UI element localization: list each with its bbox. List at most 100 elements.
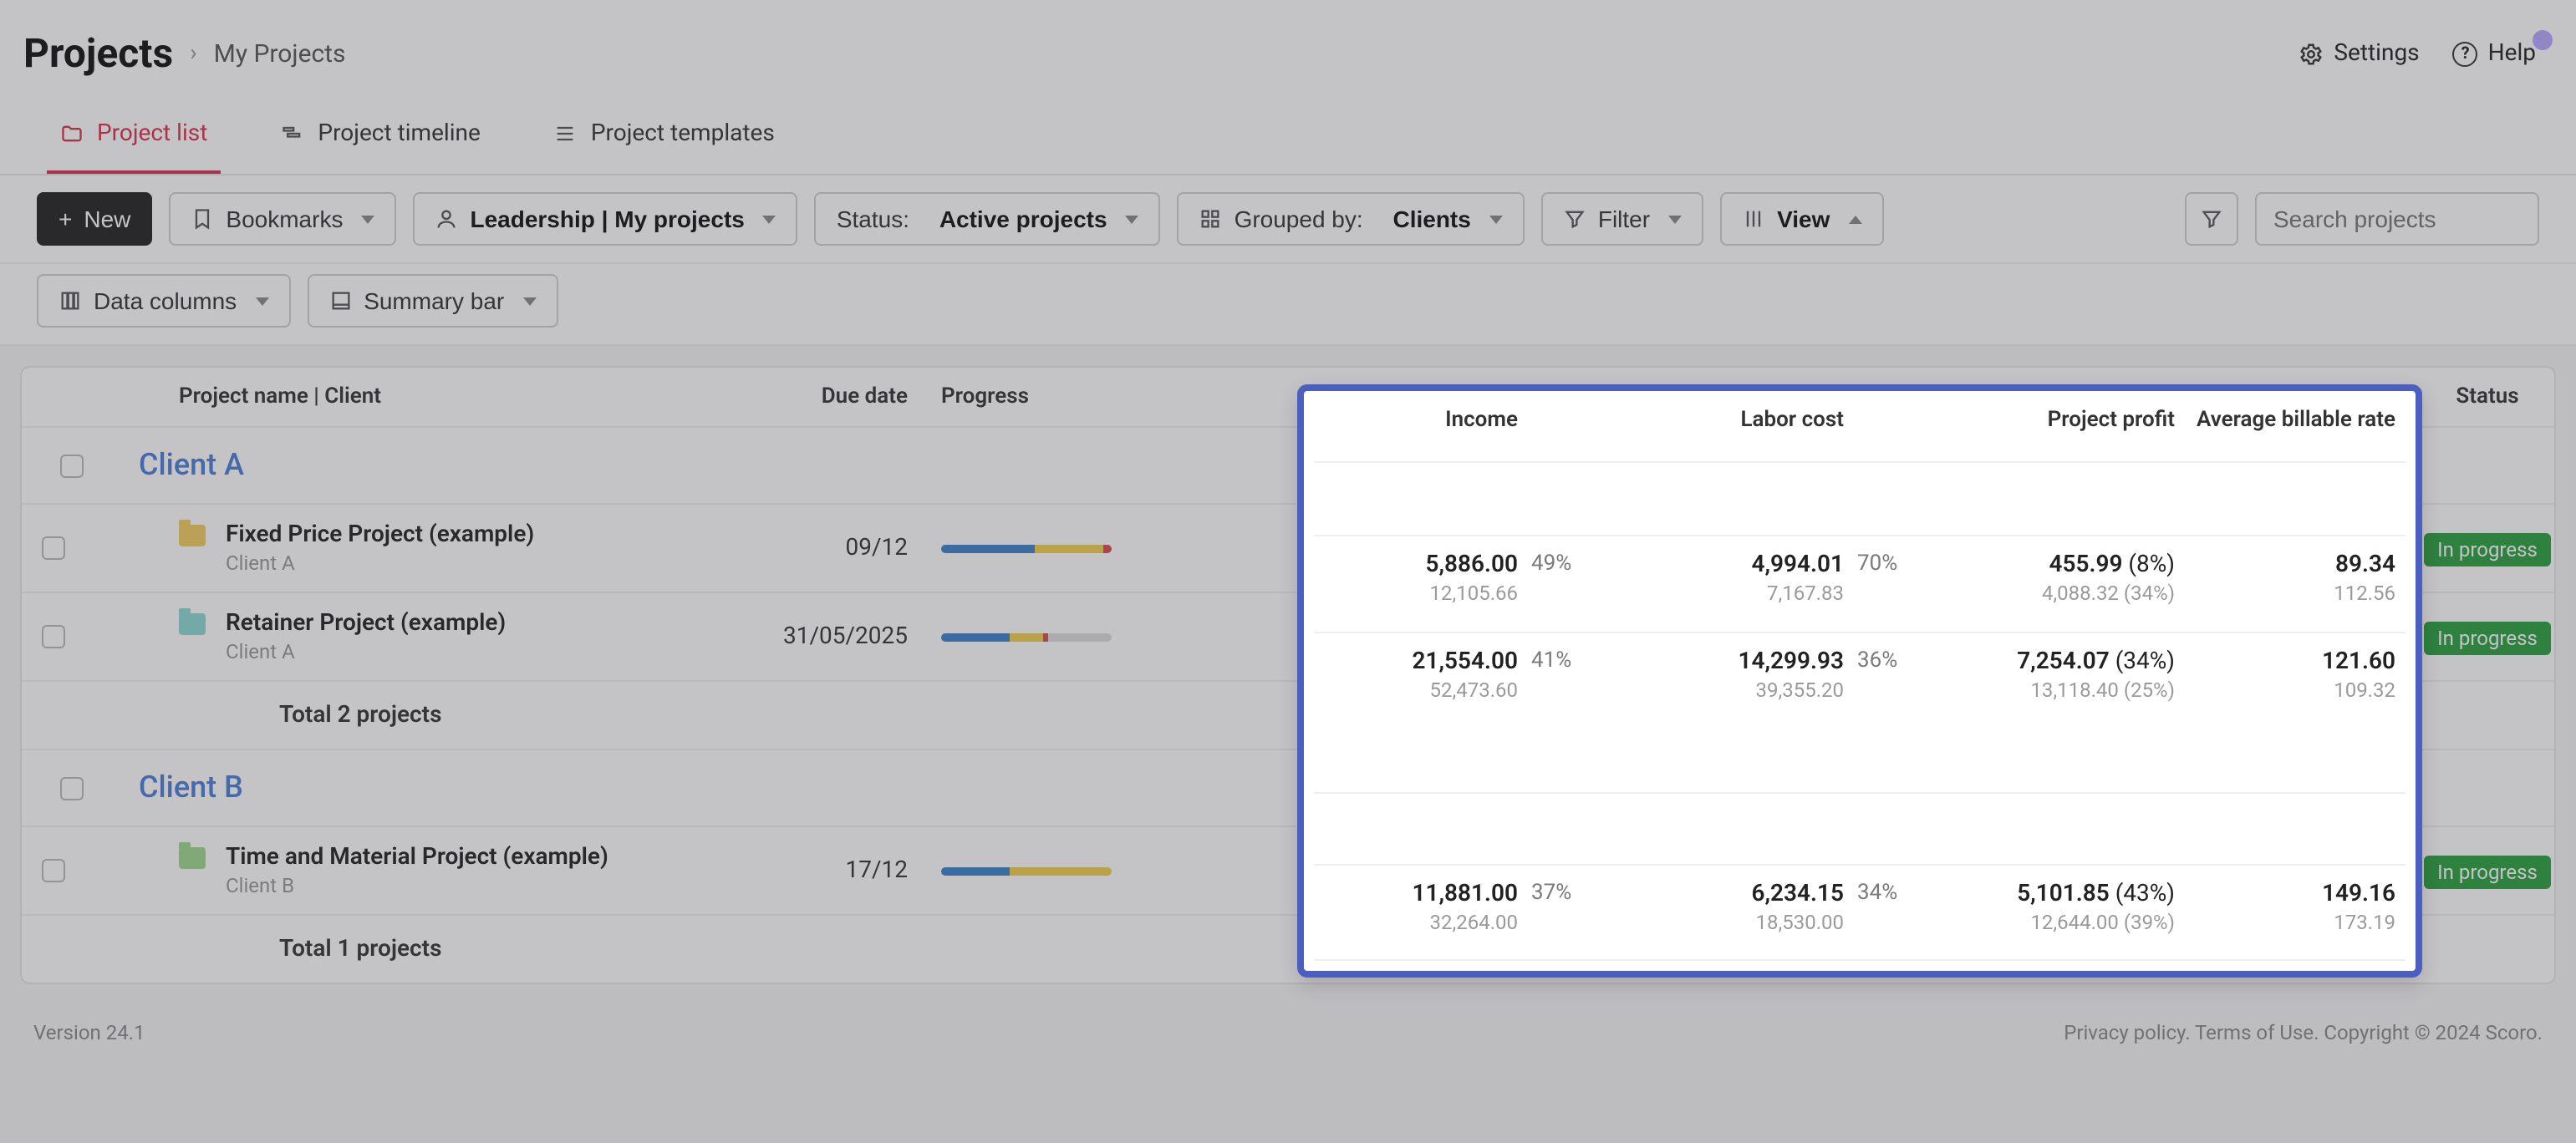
chevron-down-icon xyxy=(1126,215,1139,223)
help-button[interactable]: ? Help xyxy=(2453,40,2536,67)
group-total-row: Total 1 projects xyxy=(22,914,2554,983)
filter-toggle-button[interactable] xyxy=(2185,192,2238,246)
table-header-row: Project name | Client Due date Progress … xyxy=(22,368,2554,426)
profit-sub: 12,644.00 (39%) xyxy=(1869,874,2136,897)
tabs: Project list Project timeline Project te… xyxy=(0,97,2576,175)
due-date: 17/12 xyxy=(724,857,941,884)
client-link[interactable]: Client B xyxy=(139,770,243,805)
income-pct: 49% xyxy=(1459,536,1535,561)
rate-main: 149.16 xyxy=(2136,844,2387,871)
folder-icon xyxy=(179,847,206,869)
terms-link[interactable]: Terms of Use xyxy=(2195,1021,2314,1044)
grid-icon xyxy=(1199,207,1223,231)
income-sub: 52,473.60 xyxy=(1167,640,1443,663)
status-filter-button[interactable]: Status: Active projects xyxy=(815,192,1161,246)
labor-pct: 70% xyxy=(1794,536,1869,561)
col-header-income[interactable]: Income xyxy=(1167,384,1459,409)
scope-button[interactable]: Leadership | My projects xyxy=(413,192,797,246)
profit-sub: 13,118.40 (25%) xyxy=(1869,640,2136,663)
table-row[interactable]: Retainer Project (example) Client A 31/0… xyxy=(22,592,2554,680)
view-button[interactable]: View xyxy=(1720,192,1883,246)
chevron-down-icon xyxy=(361,215,374,223)
income-main: 5,886.00 xyxy=(1167,521,1443,548)
checkbox[interactable] xyxy=(42,536,65,560)
chevron-up-icon xyxy=(1848,215,1861,223)
project-client: Client A xyxy=(226,640,506,663)
col-header-rate[interactable]: Average billable rate xyxy=(2136,384,2387,409)
labor-sub: 18,530.00 xyxy=(1535,874,1777,897)
settings-button[interactable]: Settings xyxy=(2299,40,2419,67)
bookmarks-button[interactable]: Bookmarks xyxy=(169,192,396,246)
table-row[interactable]: Fixed Price Project (example) Client A 0… xyxy=(22,503,2554,592)
folder-icon xyxy=(179,525,206,546)
help-icon: ? xyxy=(2453,41,2478,66)
rate-main: 89.34 xyxy=(2136,521,2387,548)
due-date: 09/12 xyxy=(724,535,941,561)
status-badge: In progress xyxy=(2424,532,2551,566)
labor-main: 14,299.93 xyxy=(1535,610,1777,637)
page-header: Projects › My Projects Settings ? Help xyxy=(0,0,2576,97)
grouped-by-button[interactable]: Grouped by: Clients xyxy=(1178,192,1525,246)
table-row[interactable]: Time and Material Project (example) Clie… xyxy=(22,826,2554,914)
checkbox[interactable] xyxy=(60,776,84,800)
page-title: Projects xyxy=(23,30,173,77)
chevron-down-icon xyxy=(763,215,776,223)
gear-icon xyxy=(2299,41,2324,66)
due-date: 31/05/2025 xyxy=(724,623,941,650)
filter-icon xyxy=(2200,207,2223,231)
search-input[interactable] xyxy=(2255,192,2539,246)
notification-dot-icon xyxy=(2533,30,2553,50)
tab-project-templates[interactable]: Project templates xyxy=(541,97,788,174)
project-name: Fixed Price Project (example) xyxy=(226,521,534,548)
filter-icon xyxy=(1563,207,1586,231)
rate-main: 121.60 xyxy=(2136,610,2387,637)
col-header-progress[interactable]: Progress xyxy=(941,384,1167,409)
profit-main: 7,254.07 (34%) xyxy=(1869,610,2136,637)
data-columns-button[interactable]: Data columns xyxy=(37,274,290,328)
project-client: Client B xyxy=(226,874,608,897)
income-sub: 32,264.00 xyxy=(1167,874,1443,897)
col-header-labor[interactable]: Labor cost xyxy=(1535,384,1794,409)
new-button[interactable]: +New xyxy=(37,192,152,246)
status-badge: In progress xyxy=(2424,621,2551,654)
privacy-link[interactable]: Privacy policy xyxy=(2064,1021,2185,1044)
checkbox[interactable] xyxy=(60,454,84,477)
income-sub: 12,105.66 xyxy=(1167,551,1443,575)
col-header-name[interactable]: Project name | Client xyxy=(85,384,724,409)
project-client: Client A xyxy=(226,551,534,575)
col-header-due[interactable]: Due date xyxy=(724,384,941,409)
progress-bar xyxy=(941,866,1112,875)
total-text: Total 2 projects xyxy=(122,702,761,729)
summary-bar-button[interactable]: Summary bar xyxy=(307,274,557,328)
col-header-profit[interactable]: Project profit xyxy=(1869,384,2136,409)
breadcrumb[interactable]: My Projects xyxy=(214,38,346,69)
income-pct: 37% xyxy=(1459,858,1535,883)
client-link[interactable]: Client A xyxy=(139,448,244,483)
progress-bar xyxy=(941,544,1112,552)
group-row-client-b: Client B xyxy=(22,749,2554,826)
chevron-down-icon xyxy=(522,297,536,305)
checkbox[interactable] xyxy=(42,625,65,648)
income-pct: 41% xyxy=(1459,624,1535,649)
folder-icon xyxy=(179,613,206,635)
tab-project-timeline[interactable]: Project timeline xyxy=(267,97,493,174)
sliders-icon xyxy=(1742,207,1765,231)
copyright-text: Copyright © 2024 Scoro xyxy=(2324,1021,2537,1044)
profit-main: 455.99 (8%) xyxy=(1869,521,2136,548)
status-badge: In progress xyxy=(2424,855,2551,888)
tab-project-list[interactable]: Project list xyxy=(47,97,221,174)
footer: Version 24.1 Privacy policy. Terms of Us… xyxy=(0,1004,2576,1061)
income-main: 11,881.00 xyxy=(1167,844,1443,871)
toolbar-secondary: Data columns Summary bar xyxy=(0,264,2576,346)
list-icon xyxy=(554,122,578,145)
checkbox[interactable] xyxy=(42,859,65,882)
labor-pct: 34% xyxy=(1794,858,1869,883)
chevron-down-icon xyxy=(1668,215,1682,223)
filter-button[interactable]: Filter xyxy=(1541,192,1703,246)
col-header-status[interactable]: Status xyxy=(2387,384,2554,409)
rate-sub: 173.19 xyxy=(2136,874,2387,897)
group-row-client-a: Client A xyxy=(22,426,2554,503)
labor-main: 6,234.15 xyxy=(1535,844,1777,871)
user-icon xyxy=(435,207,458,231)
progress-bar xyxy=(941,632,1112,641)
